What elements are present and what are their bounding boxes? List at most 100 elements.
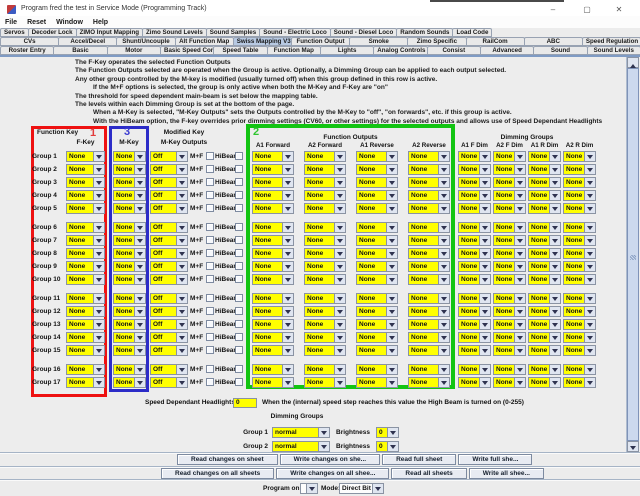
f-key-select[interactable]: None [66, 248, 105, 259]
m-key-outputs-select[interactable]: Off [150, 306, 188, 317]
brightness-select[interactable]: 0 [376, 441, 399, 452]
m-plus-f-checkbox[interactable] [206, 178, 214, 186]
tab[interactable]: Decoder Lock [27, 28, 77, 37]
a1-reverse-select[interactable]: None [356, 293, 398, 304]
a2-f-dim-select[interactable]: None [493, 364, 526, 375]
m-key-select[interactable]: None [113, 293, 146, 304]
a1-reverse-select[interactable]: None [356, 164, 398, 175]
a2-reverse-select[interactable]: None [408, 364, 450, 375]
a1-reverse-select[interactable]: None [356, 332, 398, 343]
m-key-select[interactable]: None [113, 345, 146, 356]
a1-forward-select[interactable]: None [252, 377, 294, 388]
m-plus-f-checkbox[interactable] [206, 249, 214, 257]
f-key-select[interactable]: None [66, 274, 105, 285]
a1-f-dim-select[interactable]: None [458, 190, 491, 201]
a2-f-dim-select[interactable]: None [493, 248, 526, 259]
m-plus-f-checkbox[interactable] [206, 378, 214, 386]
a2-reverse-select[interactable]: None [408, 222, 450, 233]
a2-reverse-select[interactable]: None [408, 261, 450, 272]
hibeam-checkbox[interactable] [235, 294, 243, 302]
a2-forward-select[interactable]: None [304, 203, 346, 214]
a1-r-dim-select[interactable]: None [528, 306, 561, 317]
a1-reverse-select[interactable]: None [356, 235, 398, 246]
tab[interactable]: Random Sounds [396, 28, 454, 37]
m-key-outputs-select[interactable]: Off [150, 345, 188, 356]
a2-forward-select[interactable]: None [304, 248, 346, 259]
a2-forward-select[interactable]: None [304, 293, 346, 304]
tab[interactable]: Advanced [479, 46, 535, 55]
m-key-select[interactable]: None [113, 319, 146, 330]
a1-r-dim-select[interactable]: None [528, 235, 561, 246]
tab[interactable]: Zimo Specific [407, 37, 467, 46]
a1-f-dim-select[interactable]: None [458, 364, 491, 375]
a1-forward-select[interactable]: None [252, 274, 294, 285]
a1-r-dim-select[interactable]: None [528, 377, 561, 388]
a2-forward-select[interactable]: None [304, 332, 346, 343]
a2-f-dim-select[interactable]: None [493, 203, 526, 214]
hibeam-checkbox[interactable] [235, 249, 243, 257]
a2-r-dim-select[interactable]: None [563, 345, 596, 356]
a1-reverse-select[interactable]: None [356, 306, 398, 317]
scroll-up-icon[interactable] [627, 57, 639, 68]
a1-forward-select[interactable]: None [252, 364, 294, 375]
m-key-select[interactable]: None [113, 306, 146, 317]
m-plus-f-checkbox[interactable] [206, 294, 214, 302]
a2-f-dim-select[interactable]: None [493, 319, 526, 330]
a2-r-dim-select[interactable]: None [563, 203, 596, 214]
a2-reverse-select[interactable]: None [408, 190, 450, 201]
m-key-select[interactable]: None [113, 332, 146, 343]
a1-forward-select[interactable]: None [252, 151, 294, 162]
m-key-select[interactable]: None [113, 203, 146, 214]
f-key-select[interactable]: None [66, 190, 105, 201]
a2-reverse-select[interactable]: None [408, 274, 450, 285]
a1-forward-select[interactable]: None [252, 293, 294, 304]
m-key-select[interactable]: None [113, 190, 146, 201]
a1-f-dim-select[interactable]: None [458, 235, 491, 246]
hibeam-checkbox[interactable] [235, 365, 243, 373]
a1-f-dim-select[interactable]: None [458, 345, 491, 356]
tab[interactable]: Consist [426, 46, 481, 55]
hibeam-checkbox[interactable] [235, 236, 243, 244]
a2-r-dim-select[interactable]: None [563, 293, 596, 304]
f-key-select[interactable]: None [66, 345, 105, 356]
program-on-select[interactable] [300, 483, 318, 494]
sdh-value-field[interactable]: 0 [233, 398, 257, 408]
m-key-select[interactable]: None [113, 164, 146, 175]
a1-r-dim-select[interactable]: None [528, 203, 561, 214]
m-plus-f-checkbox[interactable] [206, 320, 214, 328]
m-plus-f-checkbox[interactable] [206, 346, 214, 354]
a1-forward-select[interactable]: None [252, 248, 294, 259]
a2-r-dim-select[interactable]: None [563, 248, 596, 259]
hibeam-checkbox[interactable] [235, 262, 243, 270]
f-key-select[interactable]: None [66, 319, 105, 330]
maximize-button[interactable]: ▢ [578, 4, 596, 16]
a2-forward-select[interactable]: None [304, 345, 346, 356]
m-plus-f-checkbox[interactable] [206, 204, 214, 212]
a1-r-dim-select[interactable]: None [528, 151, 561, 162]
a1-r-dim-select[interactable]: None [528, 222, 561, 233]
a1-r-dim-select[interactable]: None [528, 274, 561, 285]
a1-r-dim-select[interactable]: None [528, 345, 561, 356]
f-key-select[interactable]: None [66, 177, 105, 188]
tab[interactable]: Basic [53, 46, 108, 55]
a2-f-dim-select[interactable]: None [493, 222, 526, 233]
a2-r-dim-select[interactable]: None [563, 151, 596, 162]
a2-f-dim-select[interactable]: None [493, 332, 526, 343]
a2-reverse-select[interactable]: None [408, 377, 450, 388]
a2-f-dim-select[interactable]: None [493, 151, 526, 162]
m-plus-f-checkbox[interactable] [206, 275, 214, 283]
a2-forward-select[interactable]: None [304, 151, 346, 162]
tab[interactable]: Smoke [349, 37, 409, 46]
hibeam-checkbox[interactable] [235, 178, 243, 186]
a1-forward-select[interactable]: None [252, 261, 294, 272]
a2-forward-select[interactable]: None [304, 222, 346, 233]
a2-reverse-select[interactable]: None [408, 151, 450, 162]
tab[interactable]: Analog Controls [373, 46, 428, 55]
a1-f-dim-select[interactable]: None [458, 293, 491, 304]
a2-reverse-select[interactable]: None [408, 164, 450, 175]
a1-forward-select[interactable]: None [252, 177, 294, 188]
f-key-select[interactable]: None [66, 306, 105, 317]
a2-reverse-select[interactable]: None [408, 319, 450, 330]
hibeam-checkbox[interactable] [235, 152, 243, 160]
a2-r-dim-select[interactable]: None [563, 235, 596, 246]
